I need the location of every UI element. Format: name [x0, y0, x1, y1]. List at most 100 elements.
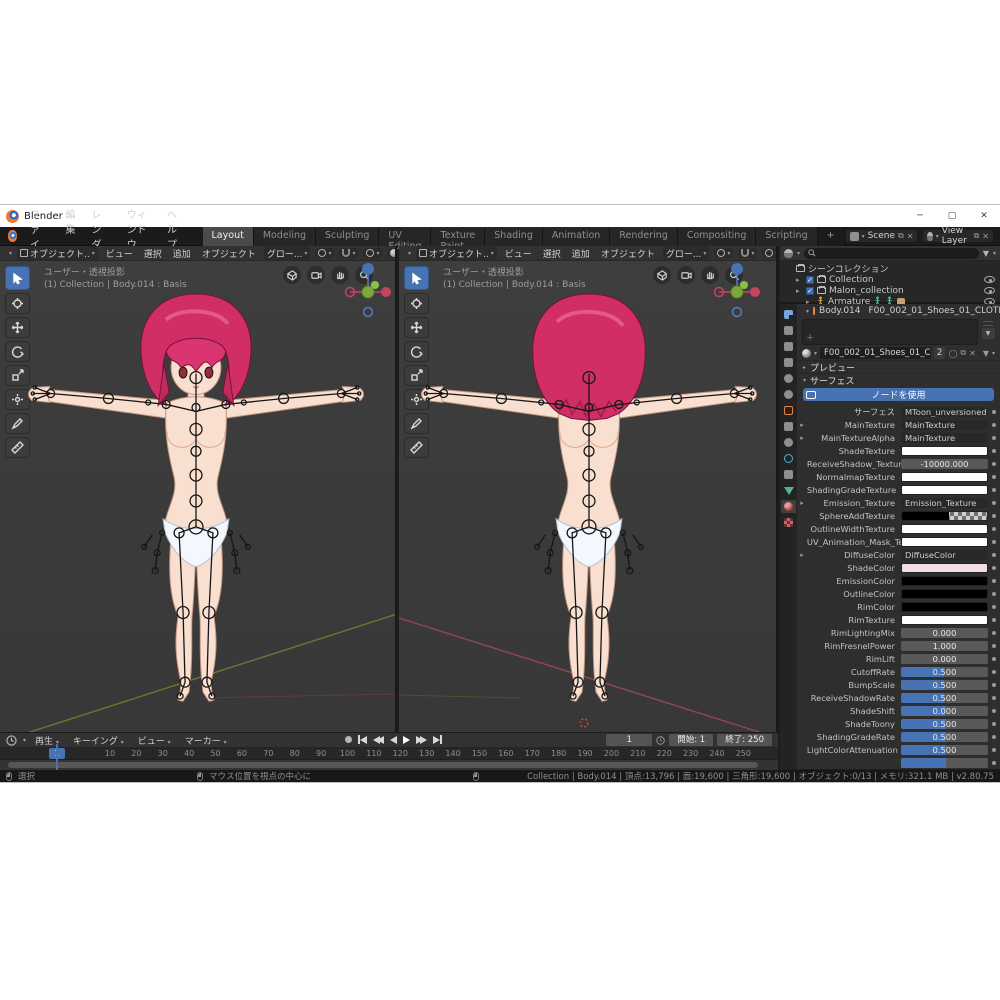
- transform-orientation[interactable]: グロー...▾: [663, 246, 710, 261]
- outliner-item-label[interactable]: Collection: [829, 275, 874, 285]
- animate-property-dot[interactable]: [992, 657, 996, 661]
- animate-property-dot[interactable]: [992, 579, 996, 583]
- animate-property-dot[interactable]: [992, 592, 996, 596]
- viewport-menu-選択[interactable]: 選択: [141, 247, 165, 260]
- play-button[interactable]: [403, 736, 410, 744]
- new-scene-button[interactable]: ⧉: [898, 231, 904, 241]
- scene-selector[interactable]: ▾ Scene ⧉ ✕: [845, 229, 919, 243]
- view-layer-selector[interactable]: ▾ View Layer ⧉ ✕: [922, 229, 994, 243]
- collection-checkbox[interactable]: ✓: [806, 287, 814, 295]
- outliner-item-label[interactable]: Malon_collection: [829, 286, 904, 296]
- properties-tab-view-layer[interactable]: [781, 356, 796, 369]
- animate-property-dot[interactable]: [992, 475, 996, 479]
- color-swatch[interactable]: [901, 472, 988, 482]
- jump-to-start-button[interactable]: [358, 735, 367, 744]
- properties-tab-object[interactable]: [781, 404, 796, 417]
- property-number-field[interactable]: -10000.000: [901, 459, 988, 469]
- minimize-button[interactable]: ─: [904, 205, 936, 227]
- jump-to-end-button[interactable]: [433, 735, 442, 744]
- material-datablock-icon[interactable]: [802, 349, 811, 358]
- frame-start-field[interactable]: 開始: 1: [669, 734, 713, 746]
- workspace-tab-Compositing[interactable]: Compositing: [678, 227, 757, 246]
- unlink-material-icon[interactable]: ✕: [969, 349, 976, 358]
- properties-tab-world[interactable]: [781, 388, 796, 401]
- transform-orientation[interactable]: グロー...▾: [264, 246, 311, 261]
- timeline-menu-ビュー[interactable]: ビュー ▾: [135, 734, 174, 747]
- play-reverse-button[interactable]: [390, 736, 397, 744]
- expand-icon[interactable]: ▸: [797, 499, 807, 507]
- property-slider[interactable]: 0.500: [901, 745, 988, 755]
- workspace-tab-Shading[interactable]: Shading: [485, 227, 543, 246]
- property-slider[interactable]: 0.500: [901, 680, 988, 690]
- viewport-3d-left[interactable]: ▾オブジェクト..▾ビュー選択追加オブジェクトグロー...▾▾▾▾▾▾▾ユーザー…: [0, 246, 397, 732]
- workspace-tab-Modeling[interactable]: Modeling: [254, 227, 316, 246]
- snap-toggle[interactable]: ▾: [339, 248, 358, 258]
- viewport-menu-オブジェクト[interactable]: オブジェクト: [199, 247, 259, 260]
- outliner-row-シーンコレクション[interactable]: シーンコレクション: [780, 263, 1000, 274]
- property-slider[interactable]: [901, 758, 988, 768]
- workspace-tab-UV Editing[interactable]: UV Editing: [379, 227, 431, 246]
- color-swatch-alpha[interactable]: [901, 511, 988, 521]
- workspace-tab-Rendering[interactable]: Rendering: [610, 227, 678, 246]
- animate-property-dot[interactable]: [992, 618, 996, 622]
- property-dropdown[interactable]: DiffuseColor: [901, 550, 988, 560]
- color-swatch[interactable]: [901, 615, 988, 625]
- material-name-field[interactable]: F00_002_01_Shoes_01_CLOTH: [820, 347, 931, 359]
- properties-tab-particles[interactable]: [781, 436, 796, 449]
- new-view-layer-button[interactable]: ⧉: [974, 231, 980, 241]
- animate-property-dot[interactable]: [992, 696, 996, 700]
- properties-tab-physics[interactable]: [781, 452, 796, 465]
- proportional-edit-toggle[interactable]: ▾: [762, 248, 776, 258]
- viewport-3d-right[interactable]: ▾オブジェクト..▾ビュー選択追加オブジェクトグロー...▾▾▾▾▾▾▾ユーザー…: [399, 246, 778, 732]
- timeline-track-area[interactable]: [0, 760, 778, 770]
- animate-property-dot[interactable]: [992, 631, 996, 635]
- animate-property-dot[interactable]: [992, 436, 996, 440]
- outliner-editor-icon[interactable]: [784, 249, 793, 258]
- workspace-tab-Layout[interactable]: Layout: [203, 227, 254, 246]
- maximize-button[interactable]: ▢: [936, 205, 968, 227]
- animate-property-dot[interactable]: [992, 735, 996, 739]
- properties-tab-modifiers[interactable]: [781, 420, 796, 433]
- gizmo-toggle[interactable]: ▾: [387, 248, 395, 258]
- blender-menu-icon[interactable]: [8, 230, 17, 242]
- breadcrumb-material[interactable]: F00_002_01_Shoes_01_CLOTH: [869, 306, 1000, 316]
- add-slot-icon[interactable]: ＋: [806, 332, 814, 343]
- timeline-scrollbar[interactable]: [8, 762, 758, 768]
- animate-property-dot[interactable]: [992, 566, 996, 570]
- material-slot-list[interactable]: ＋: [802, 319, 978, 345]
- property-slider[interactable]: 0.000: [901, 706, 988, 716]
- properties-tab-texture[interactable]: [781, 516, 796, 529]
- animate-property-dot[interactable]: [992, 748, 996, 752]
- material-filter-icon[interactable]: ▼: [983, 349, 989, 358]
- property-number-field[interactable]: 0.000: [901, 654, 988, 664]
- expand-icon[interactable]: ▸: [796, 287, 803, 295]
- property-slider[interactable]: 0.500: [901, 693, 988, 703]
- next-keyframe-button[interactable]: [416, 736, 427, 744]
- expand-icon[interactable]: ▸: [797, 421, 807, 429]
- fake-user-icon[interactable]: ◯: [948, 349, 957, 358]
- viewport-menu-ビュー[interactable]: ビュー: [502, 247, 535, 260]
- timeline-menu-マーカー[interactable]: マーカー ▾: [182, 734, 230, 747]
- delete-scene-button[interactable]: ✕: [907, 232, 914, 241]
- color-swatch[interactable]: [901, 576, 988, 586]
- current-frame-field[interactable]: 1: [606, 734, 652, 746]
- properties-tab-render[interactable]: [781, 324, 796, 337]
- workspace-tab-Sculpting[interactable]: Sculpting: [316, 227, 379, 246]
- expand-icon[interactable]: ▸: [797, 434, 807, 442]
- color-swatch[interactable]: [901, 485, 988, 495]
- viewport-menu-オブジェクト[interactable]: オブジェクト: [598, 247, 658, 260]
- workspace-tab-Animation[interactable]: Animation: [543, 227, 610, 246]
- timeline-menu-キーイング[interactable]: キーイング ▾: [70, 734, 127, 747]
- property-number-field[interactable]: 0.000: [901, 628, 988, 638]
- property-slider[interactable]: 0.500: [901, 719, 988, 729]
- slot-specials-button[interactable]: ▼: [982, 328, 995, 339]
- animate-property-dot[interactable]: [992, 462, 996, 466]
- animate-property-dot[interactable]: [992, 410, 996, 414]
- frame-end-field[interactable]: 終了: 250: [717, 734, 772, 746]
- delete-view-layer-button[interactable]: ✕: [982, 232, 989, 241]
- workspace-tab-+[interactable]: +: [818, 227, 845, 246]
- pivot-point-selector[interactable]: ▾: [315, 248, 334, 258]
- color-swatch[interactable]: [901, 563, 988, 573]
- outliner-item-label[interactable]: シーンコレクション: [808, 262, 889, 275]
- use-nodes-button[interactable]: ノードを使用: [803, 388, 994, 401]
